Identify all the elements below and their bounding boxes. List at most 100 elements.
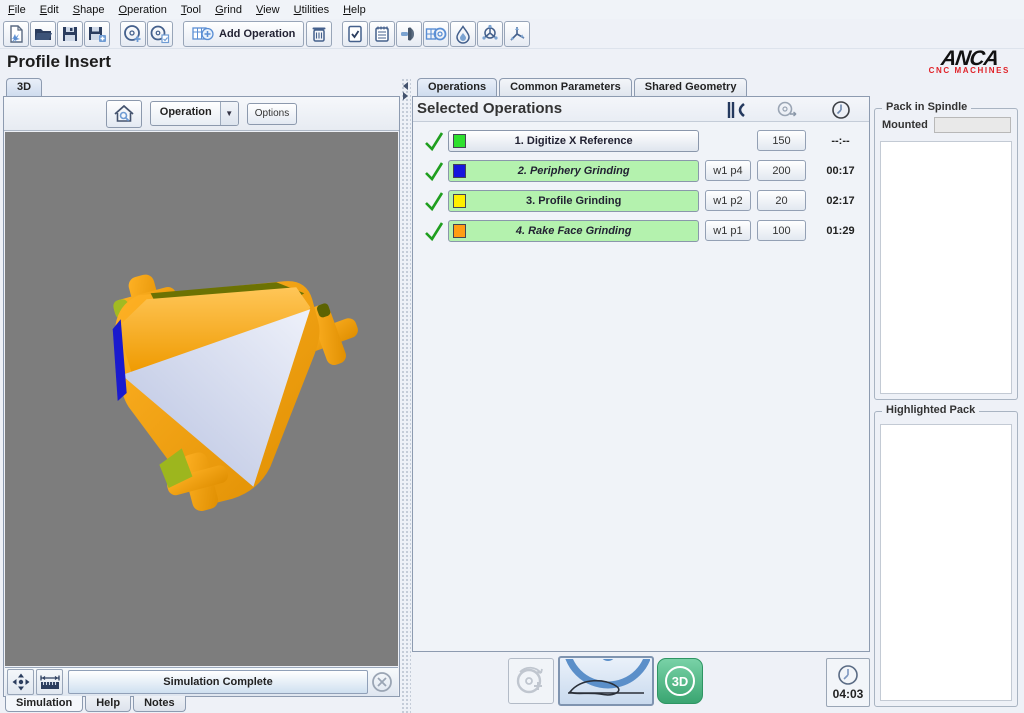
- page-title: Profile Insert: [7, 52, 111, 72]
- collapse-right-icon[interactable]: [403, 92, 408, 100]
- notes-button[interactable]: [369, 21, 395, 47]
- simulation-view-button[interactable]: [558, 656, 654, 706]
- clock-icon: [831, 100, 851, 120]
- feedrate-value: 20: [775, 195, 787, 207]
- highlighted-pack-group: Highlighted Pack: [874, 411, 1018, 707]
- wheel-value: w1 p2: [713, 195, 742, 207]
- open-file-button[interactable]: [30, 21, 56, 47]
- operation-color-swatch: [453, 164, 466, 178]
- feedrate-button[interactable]: 150: [757, 130, 806, 151]
- workhead-button[interactable]: [477, 21, 503, 47]
- tab-notes[interactable]: Notes: [133, 696, 186, 712]
- operations-list: 1. Digitize X Reference 150 --:-- 2. Per…: [419, 129, 863, 249]
- tab-simulation[interactable]: Simulation: [5, 696, 83, 712]
- wheel-select-button[interactable]: w1 p1: [705, 220, 751, 241]
- wheel-value: w1 p4: [713, 165, 742, 177]
- 3d-viewport[interactable]: [5, 132, 398, 666]
- wheel-document-icon: [150, 24, 170, 44]
- grinding-simulation-icon: [562, 659, 650, 703]
- menu-edit[interactable]: Edit: [34, 2, 67, 18]
- tab-common-parameters[interactable]: Common Parameters: [499, 78, 632, 96]
- menu-tool[interactable]: Tool: [175, 2, 209, 18]
- checklist-icon: [345, 24, 365, 44]
- simulation-bar: Simulation Complete: [5, 667, 398, 696]
- pack-sidebar: Pack in Spindle Mounted Highlighted Pack: [874, 78, 1020, 713]
- main-toolbar: Add Operation: [0, 19, 1024, 49]
- operation-color-swatch: [453, 224, 466, 238]
- operation-complete-check-icon: [419, 190, 448, 212]
- anca-logo-text: ANCA: [927, 50, 1011, 67]
- axes-button[interactable]: [504, 21, 530, 47]
- tab-3d[interactable]: 3D: [6, 78, 42, 96]
- collapse-left-icon[interactable]: [403, 82, 408, 90]
- wheel-pack-button[interactable]: [423, 21, 449, 47]
- operation-time: --:--: [818, 135, 863, 147]
- total-time-panel: 04:03: [826, 658, 870, 707]
- cycle-time-button[interactable]: [831, 100, 851, 120]
- open-folder-icon: [33, 24, 53, 44]
- menu-operation[interactable]: Operation: [113, 2, 175, 18]
- insert-3d-render: [5, 132, 398, 666]
- menu-help[interactable]: Help: [337, 2, 374, 18]
- tab-operations[interactable]: Operations: [417, 78, 497, 96]
- clamping-button[interactable]: [726, 100, 748, 120]
- new-document-icon: [6, 24, 26, 44]
- wheel-rotate-icon: [514, 664, 548, 698]
- wheel-document-button[interactable]: [147, 21, 173, 47]
- feedrate-value: 100: [772, 225, 790, 237]
- menu-file[interactable]: File: [2, 2, 34, 18]
- feedrate-button[interactable]: 200: [757, 160, 806, 181]
- delete-operation-button[interactable]: [306, 21, 332, 47]
- operation-button[interactable]: 4. Rake Face Grinding: [448, 220, 699, 242]
- tab-shared-geometry[interactable]: Shared Geometry: [634, 78, 748, 96]
- menu-utilities[interactable]: Utilities: [288, 2, 337, 18]
- stop-simulation-button[interactable]: [368, 670, 396, 694]
- wheel-value: w1 p1: [713, 225, 742, 237]
- options-button[interactable]: Options: [247, 103, 297, 125]
- new-wheel-button[interactable]: [120, 21, 146, 47]
- menu-grind[interactable]: Grind: [209, 2, 250, 18]
- menu-bar: File Edit Shape Operation Tool Grind Vie…: [0, 0, 1024, 19]
- operation-time: 00:17: [818, 165, 863, 177]
- feedrate-value: 200: [772, 165, 790, 177]
- operations-header-title: Selected Operations: [417, 100, 562, 117]
- chevron-down-icon[interactable]: ▼: [220, 102, 238, 125]
- probe-button[interactable]: [396, 21, 422, 47]
- operations-panel: Operations Common Parameters Shared Geom…: [412, 78, 870, 713]
- operation-button[interactable]: 1. Digitize X Reference: [448, 130, 699, 152]
- home-view-button[interactable]: [106, 100, 142, 128]
- 3d-view-button[interactable]: 3D: [657, 658, 703, 704]
- feedrate-button[interactable]: 20: [757, 190, 806, 211]
- simulation-progress-bar: Simulation Complete: [68, 670, 368, 694]
- operation-dropdown[interactable]: Operation ▼: [150, 101, 239, 126]
- tab-help[interactable]: Help: [85, 696, 131, 712]
- menu-view[interactable]: View: [250, 2, 288, 18]
- coolant-button[interactable]: [450, 21, 476, 47]
- axes-icon: [507, 24, 527, 44]
- operation-button[interactable]: 3. Profile Grinding: [448, 190, 699, 212]
- operation-name: 1. Digitize X Reference: [515, 135, 633, 147]
- menu-shape[interactable]: Shape: [67, 2, 113, 18]
- new-document-button[interactable]: [3, 21, 29, 47]
- measure-button[interactable]: [36, 669, 63, 695]
- wheel-select-button[interactable]: w1 p2: [705, 190, 751, 211]
- wheel-view-button[interactable]: [508, 658, 554, 704]
- view-toolbar: Operation ▼ Options: [4, 97, 399, 131]
- panel-splitter[interactable]: [401, 78, 411, 713]
- add-operation-button[interactable]: Add Operation: [183, 21, 304, 47]
- feedrate-button[interactable]: 100: [757, 220, 806, 241]
- pack-in-spindle-list: [880, 141, 1012, 394]
- checklist-button[interactable]: [342, 21, 368, 47]
- mounted-label: Mounted: [882, 119, 928, 131]
- operations-box: Selected Operations: [412, 96, 870, 652]
- operation-name: 4. Rake Face Grinding: [516, 225, 632, 237]
- pan-view-button[interactable]: [7, 669, 34, 695]
- wheel-select-button[interactable]: w1 p4: [705, 160, 751, 181]
- operation-button[interactable]: 2. Periphery Grinding: [448, 160, 699, 182]
- save-as-icon: [87, 24, 107, 44]
- save-button[interactable]: [57, 21, 83, 47]
- save-as-button[interactable]: [84, 21, 110, 47]
- total-time-value: 04:03: [833, 687, 864, 701]
- wheel-sequence-button[interactable]: [775, 100, 799, 120]
- highlighted-pack-title: Highlighted Pack: [882, 404, 979, 416]
